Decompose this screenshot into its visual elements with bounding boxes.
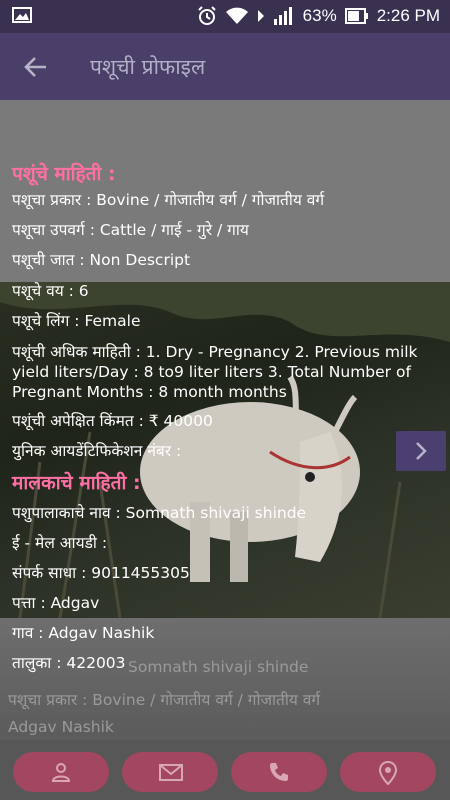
animal-expected-price: पशूंची अपेक्षित किंमत : ₹ 40000 xyxy=(12,412,213,430)
call-button[interactable] xyxy=(231,752,327,792)
animal-info-heading: पशूंचे माहिती : xyxy=(12,163,116,185)
animal-breed: पशूची जात : Non Descript xyxy=(12,251,191,269)
owner-contact: संपर्क साधा : 9011455305 xyxy=(12,564,190,582)
phone-icon xyxy=(270,763,288,781)
location-icon xyxy=(378,761,398,785)
mail-button[interactable] xyxy=(122,752,218,792)
person-icon xyxy=(51,763,71,782)
owner-address: पत्ता : Adgav xyxy=(12,594,100,612)
owner-taluka: तालुका : 422003 xyxy=(12,654,126,672)
background-location: Adgav Nashik xyxy=(8,718,114,736)
animal-extra-info: पशूंची अधिक माहिती : 1. Dry - Pregnancy … xyxy=(12,343,418,401)
owner-email: ई - मेल आयडी : xyxy=(12,534,108,552)
background-type: पशूचा प्रकार : Bovine / गोजातीय वर्ग / ग… xyxy=(8,691,321,709)
animal-gender: पशूचे लिंग : Female xyxy=(12,312,141,330)
next-image-button[interactable] xyxy=(396,431,446,471)
profile-content: पशूंचे माहिती : पशूचा प्रकार : Bovine / … xyxy=(0,0,450,800)
animal-subtype: पशूचा उपवर्ग : Cattle / गाई - गुरे / गाय xyxy=(12,221,249,239)
owner-name: पशुपालाकाचे नाव : Somnath shivaji shinde xyxy=(12,504,307,522)
chevron-right-icon xyxy=(416,442,427,460)
mail-icon xyxy=(159,764,183,781)
animal-unique-id: युनिक आयडेंटिफिकेशन नंबर : xyxy=(12,442,182,460)
owner-info-heading: मालकाचे माहिती : xyxy=(12,472,141,494)
animal-age: पशूचे वय : 6 xyxy=(12,282,89,300)
owner-village: गाव : Adgav Nashik xyxy=(12,624,155,642)
profile-button[interactable] xyxy=(13,752,109,792)
animal-type: पशूचा प्रकार : Bovine / गोजातीय वर्ग / ग… xyxy=(12,191,325,209)
location-button[interactable] xyxy=(340,752,436,792)
